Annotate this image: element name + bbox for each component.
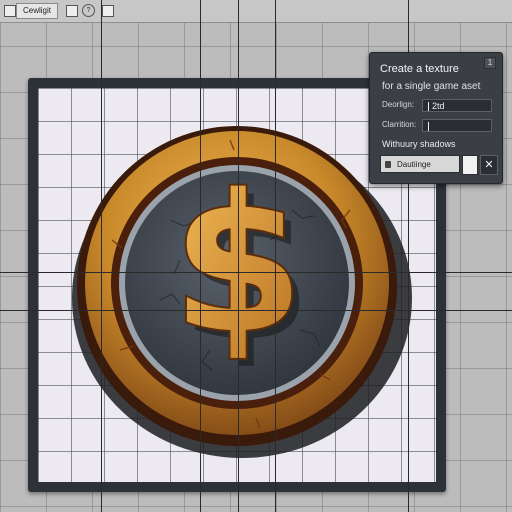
guide-line-vertical-1[interactable] bbox=[101, 0, 102, 512]
guide-line-horizontal-1[interactable] bbox=[0, 272, 512, 273]
panel-subtitle: for a single game aset bbox=[382, 81, 481, 92]
text-caret bbox=[428, 122, 429, 132]
guide-line-vertical-2[interactable] bbox=[200, 0, 201, 512]
preset-dropdown-label: Dautiinge bbox=[397, 160, 431, 169]
preset-dropdown[interactable]: Dautiinge bbox=[380, 155, 460, 173]
close-icon[interactable]: ✕ bbox=[480, 155, 498, 175]
color-swatch[interactable] bbox=[462, 155, 478, 175]
guide-line-horizontal-2[interactable] bbox=[0, 310, 512, 311]
texture-settings-panel: Create a texture 1 for a single game ase… bbox=[369, 52, 503, 184]
panel-pin-button[interactable]: 1 bbox=[484, 57, 496, 69]
design-label: Deorlign: bbox=[382, 100, 415, 109]
panel-title: Create a texture bbox=[380, 63, 459, 75]
guide-line-vertical-4[interactable] bbox=[275, 0, 276, 512]
clarification-field[interactable] bbox=[422, 119, 492, 132]
text-caret bbox=[428, 102, 429, 112]
design-field[interactable]: 2td bbox=[422, 99, 492, 112]
guide-line-vertical-3[interactable] bbox=[238, 0, 239, 512]
lock-icon bbox=[385, 161, 391, 168]
shadows-note: Withuury shadows bbox=[382, 139, 456, 149]
clarification-label: Clarrition: bbox=[382, 120, 417, 129]
design-field-value: 2td bbox=[432, 101, 445, 111]
